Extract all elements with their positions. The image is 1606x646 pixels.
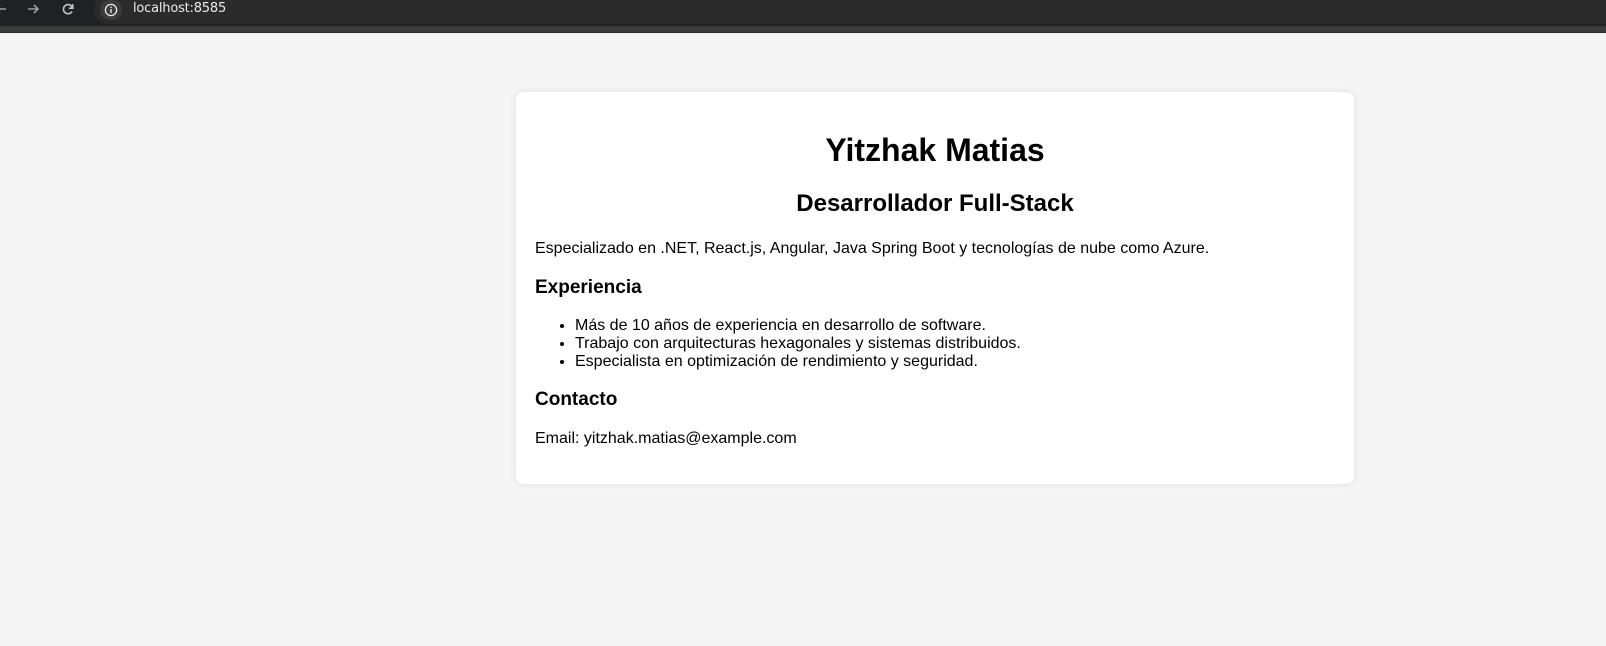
experience-list: Más de 10 años de experiencia en desarro… [535, 317, 1021, 371]
address-bar[interactable] [94, 0, 1606, 24]
browser-toolbar: localhost:8585 [0, 0, 1606, 33]
profile-card: Yitzhak Matias Desarrollador Full-Stack … [516, 92, 1354, 484]
info-icon [100, 3, 122, 17]
profile-summary: Especializado en .NET, React.js, Angular… [535, 240, 1210, 257]
list-item: Más de 10 años de experiencia en desarro… [575, 317, 1021, 335]
reload-icon [57, 2, 79, 16]
back-button[interactable] [0, 0, 12, 18]
list-item: Especialista en optimización de rendimie… [575, 353, 1021, 371]
profile-role: Desarrollador Full-Stack [796, 190, 1074, 217]
arrow-right-icon [22, 2, 44, 16]
contact-email: Email: yitzhak.matias@example.com [535, 430, 797, 447]
arrow-left-icon [0, 2, 12, 16]
forward-button[interactable] [22, 0, 44, 18]
contact-heading: Contacto [535, 389, 618, 410]
address-bar-url[interactable]: localhost:8585 [133, 1, 226, 17]
list-item: Trabajo con arquitecturas hexagonales y … [575, 335, 1021, 353]
reload-button[interactable] [57, 0, 79, 18]
experience-heading: Experiencia [535, 277, 642, 298]
profile-name: Yitzhak Matias [825, 132, 1045, 168]
site-info-button[interactable] [100, 0, 122, 20]
